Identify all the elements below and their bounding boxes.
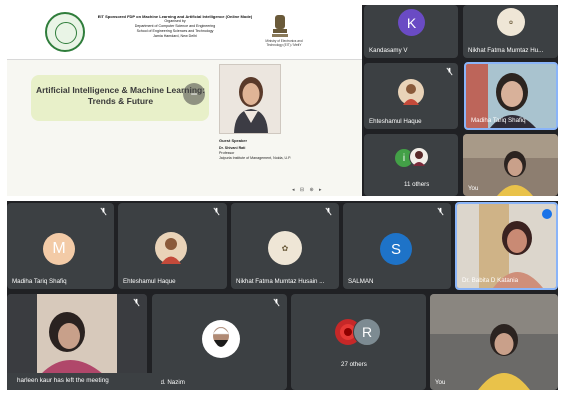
avatar: R	[353, 318, 381, 346]
mic-off-icon	[212, 207, 221, 216]
participant-name: Kandasamy V	[369, 47, 408, 54]
mic-off-icon	[272, 298, 281, 307]
avatar: M	[43, 233, 75, 265]
avatar: K	[398, 9, 425, 36]
participant-tile-active-speaker[interactable]: Madiha Tariq Shafiq	[464, 62, 558, 130]
participant-name: Nikhat Fatma Mumtaz Husain ...	[236, 278, 325, 285]
video-feed	[430, 294, 558, 390]
mic-off-icon	[132, 298, 141, 307]
participant-name: Madiha Tariq Shafiq	[471, 117, 526, 124]
participant-name: Ehteshamul Haque	[123, 278, 176, 285]
participant-left-toast: harleen kaur has left the meeting	[7, 373, 161, 390]
slide-title: Artificial Intelligence & Machine Learni…	[35, 85, 206, 106]
avatar	[409, 147, 429, 167]
participant-name: 11 others	[404, 181, 430, 188]
mic-off-icon	[436, 207, 445, 216]
participant-tile[interactable]: M Madiha Tariq Shafiq	[7, 203, 114, 289]
avatar	[155, 232, 187, 264]
speaker-photo	[219, 64, 281, 134]
meet-screenshot-top: EIT Sponsored FDP on Machine Learning an…	[7, 5, 558, 196]
slide-header-line: Jamia Hamdard, New Delhi	[153, 34, 197, 38]
mic-off-icon	[445, 67, 454, 76]
participant-name: SALMAN	[348, 278, 374, 285]
others-tile[interactable]: i 11 others	[364, 134, 458, 196]
participant-tile[interactable]: ✿ Nikhat Fatma Mumtaz Husain ...	[231, 203, 339, 289]
others-tile[interactable]: R 27 others	[291, 294, 426, 390]
mic-off-icon	[99, 207, 108, 216]
presentation-slide: EIT Sponsored FDP on Machine Learning an…	[7, 5, 362, 196]
participant-name: Dr. Babita D Katania	[462, 277, 519, 284]
meet-screenshot-bottom: M Madiha Tariq Shafiq Ehteshamul Haque ✿…	[7, 201, 558, 390]
participant-tile-active-speaker[interactable]: Dr. Babita D Katania	[455, 202, 558, 290]
university-logo	[45, 12, 85, 52]
participant-tile[interactable]: K Kandasamy V	[364, 5, 458, 58]
slide-header: EIT Sponsored FDP on Machine Learning an…	[7, 5, 362, 60]
slide-header-text: EIT Sponsored FDP on Machine Learning an…	[95, 14, 255, 39]
participant-name: 27 others	[341, 361, 367, 368]
participant-tile[interactable]: hd. Nazim	[152, 294, 287, 390]
video-feed	[457, 204, 556, 288]
participant-name: Ehteshamul Haque	[369, 118, 422, 125]
national-emblem-icon	[272, 15, 288, 37]
participant-tile[interactable]: Ehteshamul Haque	[364, 63, 458, 129]
self-view-tile[interactable]: You	[430, 294, 558, 390]
mic-off-icon	[324, 207, 333, 216]
participant-tile[interactable]: Ehteshamul Haque	[118, 203, 227, 289]
participant-name: Nikhat Fatma Mumtaz Hu...	[468, 47, 544, 54]
slide-nav-circle-icon[interactable]: −	[183, 83, 205, 105]
participant-name: You	[468, 185, 479, 192]
avatar: S	[380, 233, 412, 265]
participant-name: You	[435, 379, 446, 386]
participant-name: hd. Nazim	[157, 379, 185, 386]
participant-tile[interactable]: S SALMAN	[343, 203, 451, 289]
svg-text:✿: ✿	[509, 20, 513, 26]
more-options-icon[interactable]	[542, 209, 552, 219]
speaker-institute: Jaipuria Institute of Management, Noida,…	[219, 156, 292, 160]
emblem-caption: Ministry of Electronics and Technology (…	[265, 39, 303, 47]
speaker-info: Guest Speaker Dr. Shivani Rati Professor…	[219, 138, 339, 161]
self-view-tile[interactable]: You	[463, 134, 558, 196]
svg-text:✿: ✿	[282, 244, 289, 253]
slide-controls[interactable]: ◂ ⊟ ⊕ ▸	[292, 187, 324, 193]
avatar: ✿	[497, 8, 525, 36]
avatar	[398, 79, 424, 105]
avatar: ✿	[268, 231, 302, 265]
avatar	[202, 320, 240, 358]
participant-tile[interactable]: ✿ Nikhat Fatma Mumtaz Hu...	[463, 5, 558, 58]
participant-name: Madiha Tariq Shafiq	[12, 278, 67, 285]
